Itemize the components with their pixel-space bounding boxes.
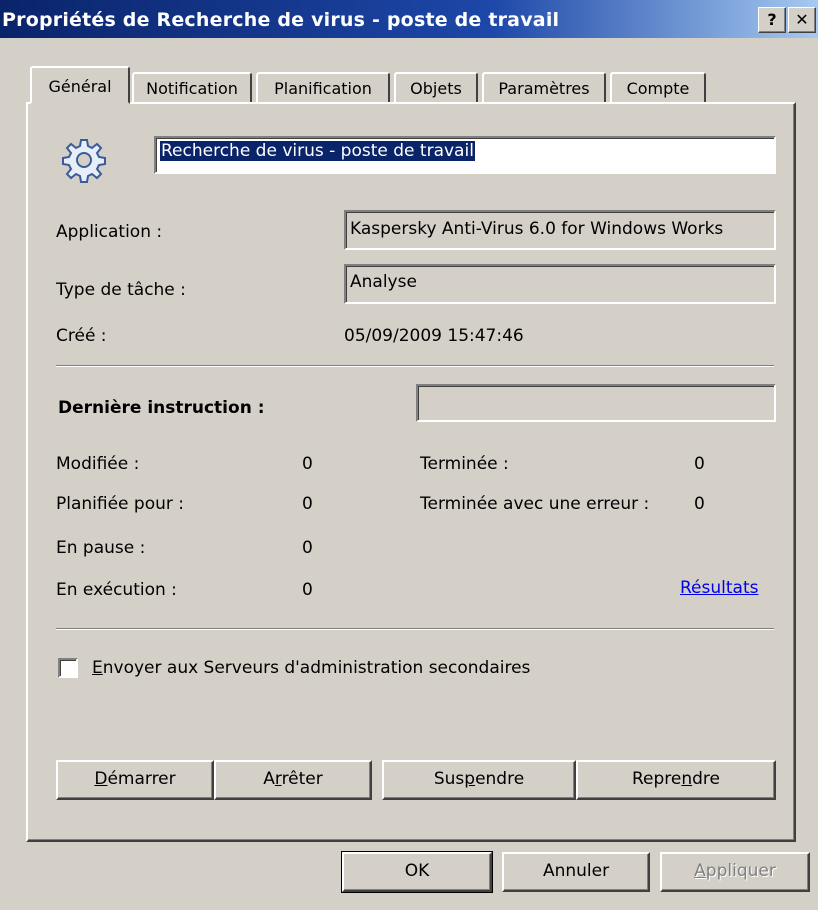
last-instruction-label: Dernière instruction : xyxy=(58,398,265,418)
finished-value: 0 xyxy=(694,454,705,474)
last-instruction-field xyxy=(416,384,776,422)
planned-label: Planifiée pour : xyxy=(56,494,185,514)
finished-error-label: Terminée avec une erreur : xyxy=(420,494,650,514)
finished-label: Terminée : xyxy=(420,454,509,474)
tab-objets[interactable]: Objets xyxy=(394,72,478,102)
send-secondary-text: nvoyer aux Serveurs d'administration sec… xyxy=(102,658,531,678)
tab-parametres[interactable]: Paramètres xyxy=(482,72,606,102)
apply-button[interactable]: Appliquer xyxy=(660,852,810,892)
task-name-input[interactable]: Recherche de virus - poste de travail xyxy=(154,136,776,174)
results-link[interactable]: Résultats xyxy=(680,578,758,598)
paused-value: 0 xyxy=(302,538,313,558)
ok-button[interactable]: OK xyxy=(341,851,493,893)
running-value: 0 xyxy=(302,580,313,600)
task-name-text: Recherche de virus - poste de travail xyxy=(160,141,475,161)
planned-value: 0 xyxy=(302,494,313,514)
task-type-field: Analyse xyxy=(344,264,776,304)
application-field: Kaspersky Anti-Virus 6.0 for Windows Wor… xyxy=(344,210,776,250)
created-label: Créé : xyxy=(56,326,107,346)
stop-button[interactable]: Arrêter xyxy=(214,760,372,800)
gear-icon xyxy=(62,139,106,183)
separator-bottom xyxy=(56,628,774,630)
task-type-label: Type de tâche : xyxy=(56,280,186,300)
send-secondary-mnemonic: E xyxy=(92,658,103,678)
start-button[interactable]: Démarrer xyxy=(56,760,214,800)
help-button[interactable]: ? xyxy=(758,7,786,33)
modified-value: 0 xyxy=(302,454,313,474)
separator-top xyxy=(56,365,774,367)
resume-button[interactable]: Reprendre xyxy=(576,760,776,800)
modified-label: Modifiée : xyxy=(56,454,140,474)
send-secondary-checkbox[interactable] xyxy=(58,658,78,678)
tab-planification[interactable]: Planification xyxy=(256,72,390,102)
cancel-button[interactable]: Annuler xyxy=(502,852,650,892)
application-label: Application : xyxy=(56,222,163,242)
running-label: En exécution : xyxy=(56,580,177,600)
finished-error-value: 0 xyxy=(694,494,705,514)
title-bar[interactable]: Propriétés de Recherche de virus - poste… xyxy=(0,0,818,38)
tab-compte[interactable]: Compte xyxy=(610,72,706,102)
close-button[interactable]: ✕ xyxy=(788,7,816,33)
paused-label: En pause : xyxy=(56,538,146,558)
tab-notification[interactable]: Notification xyxy=(132,72,252,102)
window-title: Propriétés de Recherche de virus - poste… xyxy=(2,9,560,31)
send-secondary-label[interactable]: Envoyer aux Serveurs d'administration se… xyxy=(92,658,530,678)
suspend-button[interactable]: Suspendre xyxy=(382,760,576,800)
created-value: 05/09/2009 15:47:46 xyxy=(344,326,524,346)
tab-general[interactable]: Général xyxy=(30,66,130,104)
